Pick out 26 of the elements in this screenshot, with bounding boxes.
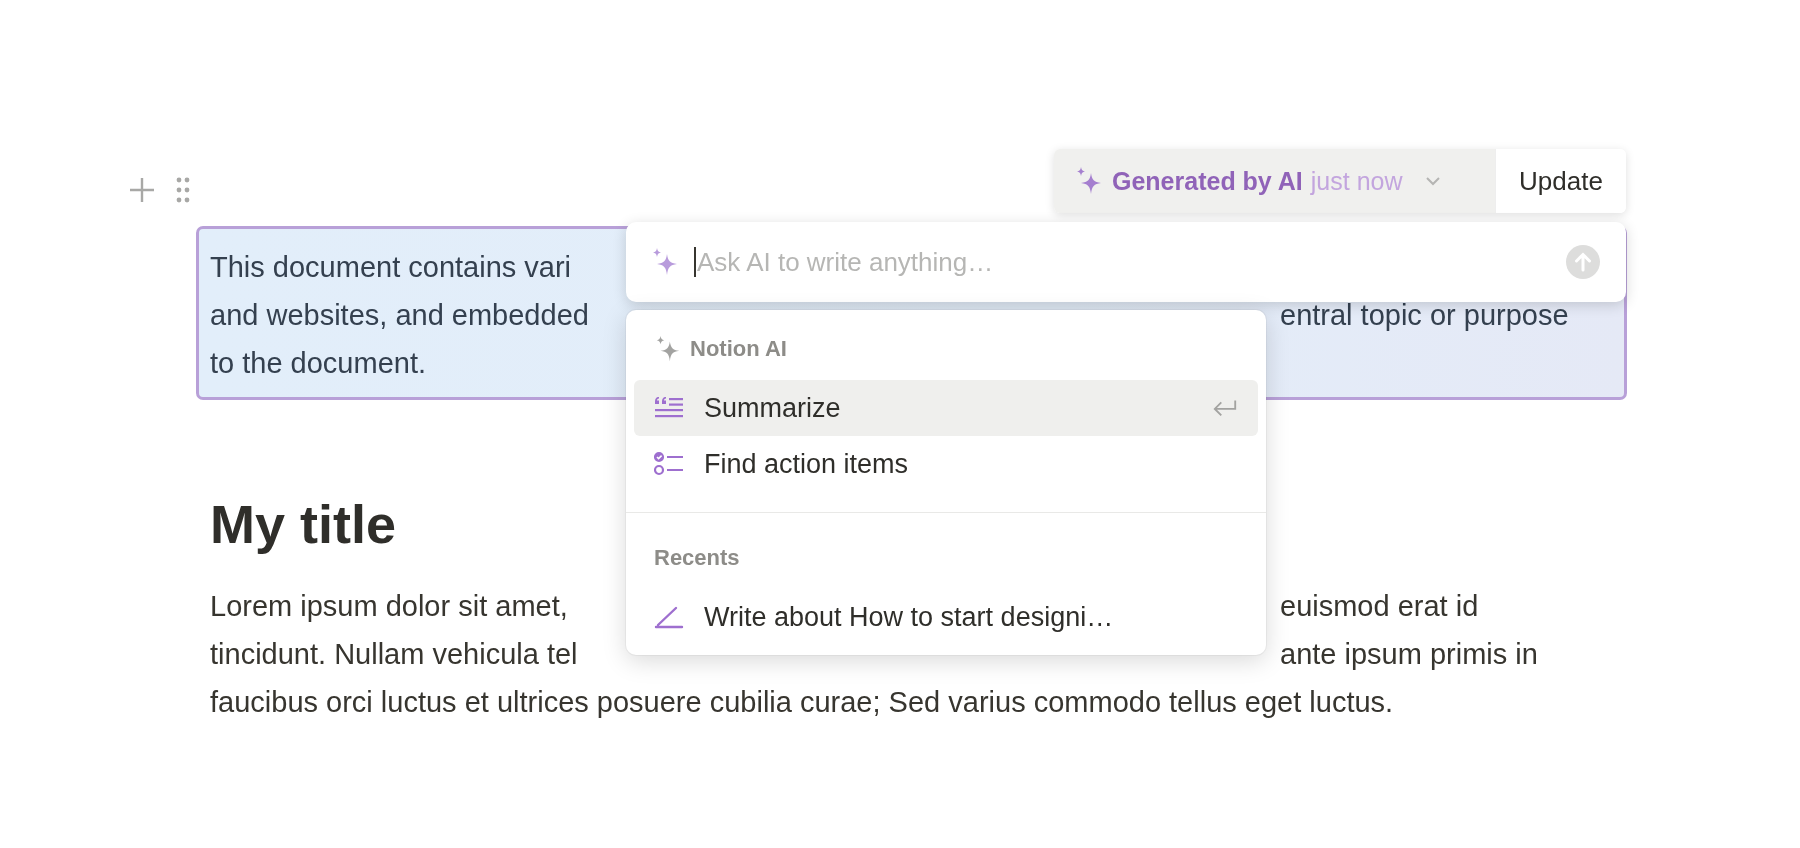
menu-item[interactable]: Find action items [634,436,1258,492]
text-line: to the document. [210,346,427,380]
pencil-icon [654,604,684,630]
submit-icon[interactable] [1566,245,1600,279]
menu-item[interactable]: Summarize [634,380,1258,436]
menu-item[interactable]: Write about How to start designi… [634,589,1258,645]
return-key-icon [1212,398,1238,418]
ai-status-dropdown[interactable]: Generated by AI just now [1054,149,1495,213]
chevron-down-icon [1424,176,1441,186]
text-line: faucibus orci luctus et ultrices posuere cubilia curae; Sed varius commodo tellus eget luctus. [210,685,1394,719]
text-line: euismod erat id [1280,589,1480,623]
update-button[interactable]: Update [1495,149,1626,213]
text-line: This document contains vari [210,250,572,284]
section-title: Recents [654,545,740,571]
drag-handle-icon[interactable] [176,177,190,203]
text-line: tincidunt. Nullam vehicula tel [210,637,578,671]
text-cursor [694,247,696,277]
heading: My title [210,493,398,556]
text-line: and websites, and embedded [210,298,589,332]
text-line: Lorem ipsum dolor sit amet, [210,589,568,623]
ai-prompt-field[interactable]: Ask AI to write anything… [626,222,1626,302]
plus-icon[interactable] [128,176,156,204]
section-title: Notion AI [690,336,787,362]
checklist-icon [654,451,684,477]
text-line: ante ipsum primis in [1280,637,1539,671]
prompt-input-field[interactable]: Ask AI to write anything… [696,242,1566,282]
